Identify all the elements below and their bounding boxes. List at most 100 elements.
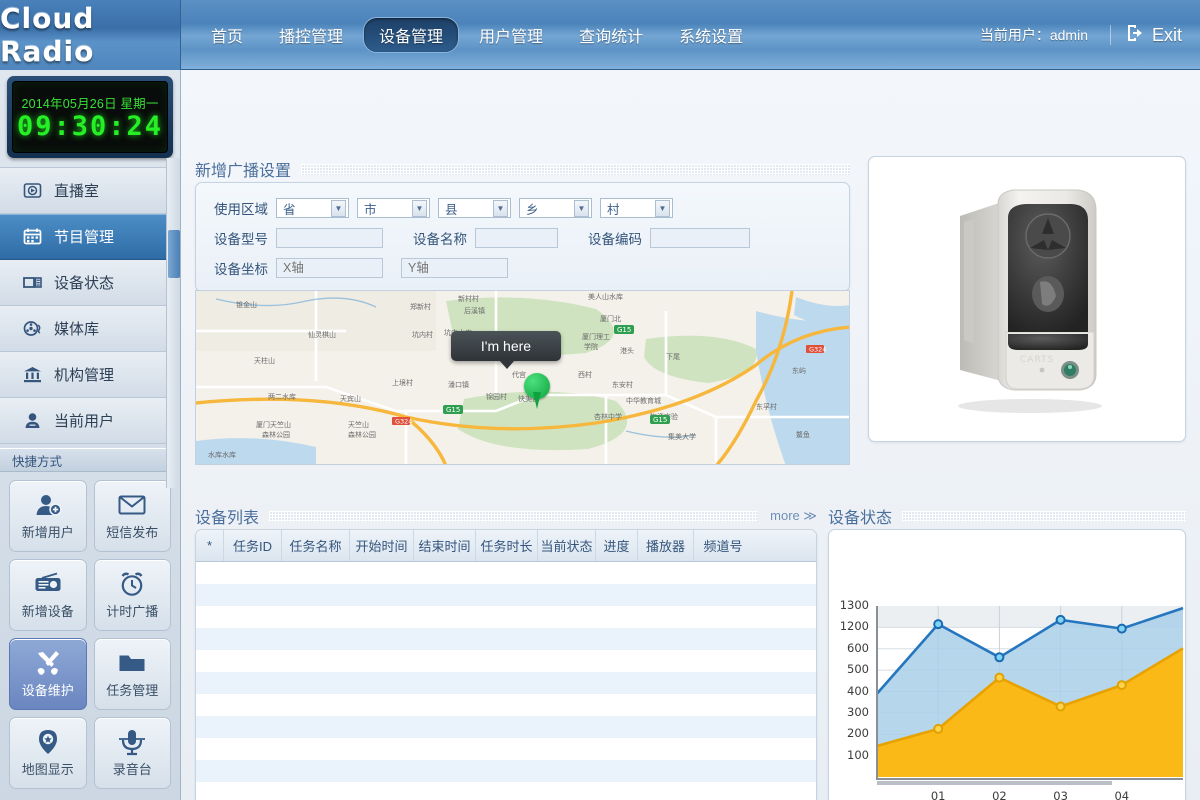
header-texture — [902, 510, 1186, 522]
sidebar-item-3[interactable]: 媒体库 — [0, 306, 180, 352]
nav-item-1[interactable]: 播控管理 — [263, 17, 359, 53]
svg-text:厦门理工: 厦门理工 — [582, 332, 610, 341]
table-column-header[interactable]: 任务ID — [224, 530, 282, 561]
chart-y-tick: 1300 — [839, 598, 869, 612]
map-pin-icon — [34, 728, 62, 756]
calendar-icon — [22, 227, 42, 247]
shortcut-0[interactable]: 新增用户 — [9, 480, 87, 552]
region-select-value: 省 — [283, 202, 296, 217]
table-row[interactable] — [196, 716, 816, 738]
name-input[interactable] — [475, 228, 558, 248]
svg-text:天宾山: 天宾山 — [340, 394, 361, 403]
device-status-title: 设备状态 — [828, 510, 893, 527]
sidebar-scrollbar[interactable] — [166, 158, 180, 488]
table-column-header[interactable]: 当前状态 — [538, 530, 596, 561]
table-column-header[interactable]: 开始时间 — [350, 530, 414, 561]
table-column-header[interactable]: 播放器 — [638, 530, 694, 561]
sidebar-item-4[interactable]: 机构管理 — [0, 352, 180, 398]
table-row[interactable] — [196, 694, 816, 716]
user-icon — [22, 411, 42, 431]
model-input[interactable] — [276, 228, 383, 248]
nav-item-3[interactable]: 用户管理 — [463, 17, 559, 53]
region-select-0[interactable]: 省 ▼ — [276, 198, 349, 218]
map-pin-marker[interactable] — [524, 373, 550, 409]
nav-item-0[interactable]: 首页 — [195, 17, 259, 53]
nav-item-2[interactable]: 设备管理 — [363, 17, 460, 53]
exit-button[interactable]: Exit — [1125, 23, 1192, 48]
sidebar-item-5[interactable]: 当前用户 — [0, 398, 180, 444]
svg-text:厦门天竺山: 厦门天竺山 — [256, 420, 291, 429]
media-library-icon — [22, 319, 42, 339]
chart-svg — [876, 606, 1184, 785]
map-tooltip: I'm here — [451, 331, 561, 369]
table-column-header[interactable]: 结束时间 — [414, 530, 476, 561]
region-select-4[interactable]: 村 ▼ — [600, 198, 673, 218]
table-row[interactable] — [196, 584, 816, 606]
svg-text:水库水库: 水库水库 — [208, 450, 236, 459]
svg-text:仙灵棋山: 仙灵棋山 — [308, 330, 336, 339]
shortcut-label: 录音台 — [112, 762, 152, 777]
chart-y-tick: 100 — [847, 747, 869, 762]
device-status-header: 设备状态 — [828, 503, 1186, 529]
top-bar: Cloud Radio 首页 播控管理 设备管理 用户管理 查询统计 系统设置 当前用户：… — [0, 0, 1200, 70]
panel-title: 新增广播设置 — [195, 163, 292, 180]
table-row[interactable] — [196, 562, 816, 584]
svg-text:东孚村: 东孚村 — [756, 402, 777, 411]
svg-text:森林公园: 森林公园 — [348, 430, 376, 439]
svg-text:G15: G15 — [653, 416, 667, 424]
shortcut-label: 地图显示 — [21, 762, 74, 777]
coordinate-x-input[interactable] — [276, 258, 383, 278]
sidebar-scrollbar-thumb[interactable] — [168, 230, 180, 278]
nav-item-5[interactable]: 系统设置 — [663, 17, 759, 53]
radio-icon — [34, 570, 62, 598]
coordinate-row: 设备坐标 — [196, 253, 849, 283]
table-column-header[interactable]: 任务时长 — [476, 530, 538, 561]
device-list-more-link[interactable]: more ≫ — [758, 508, 817, 524]
shortcuts-title: 快捷方式 — [12, 454, 63, 469]
shortcut-3[interactable]: 计时广播 — [93, 559, 171, 631]
svg-text:CARTS: CARTS — [1020, 355, 1054, 365]
device-image-card: CARTS — [868, 156, 1186, 442]
region-select-3[interactable]: 乡 ▼ — [519, 198, 592, 218]
shortcut-5[interactable]: 任务管理 — [93, 638, 171, 710]
sidebar-item-2[interactable]: 设备状态 — [0, 260, 180, 306]
table-row[interactable] — [196, 672, 816, 694]
sidebar-item-label: 直播室 — [54, 183, 100, 200]
table-column-header[interactable]: 进度 — [596, 530, 638, 561]
svg-text:新村村: 新村村 — [458, 294, 479, 303]
code-input[interactable] — [650, 228, 750, 248]
table-row[interactable] — [196, 760, 816, 782]
table-column-header[interactable]: * — [196, 530, 224, 561]
table-row[interactable] — [196, 738, 816, 760]
device-list-header: 设备列表 more ≫ — [195, 503, 817, 529]
speaker-image: CARTS — [958, 189, 1102, 413]
chart-x-tick: 02 — [992, 789, 1007, 800]
table-row[interactable] — [196, 628, 816, 650]
sidebar-item-0[interactable]: 直播室 — [0, 168, 180, 214]
svg-text:锥金山: 锥金山 — [236, 300, 257, 309]
shortcut-7[interactable]: 录音台 — [93, 717, 171, 789]
table-header-row: * 任务ID 任务名称 开始时间 结束时间 任务时长 当前状态 进度 播放器 频道号 — [196, 530, 816, 562]
shortcut-1[interactable]: 短信发布 — [93, 480, 171, 552]
broadcast-settings-panel: 新增广播设置 使用区域 省 ▼ 市 ▼ 县 ▼ 乡 ▼ 村 ▼ 设备型号 设备名称 设备编码 设 — [195, 156, 850, 292]
shortcut-label: 任务管理 — [106, 683, 159, 698]
table-column-header[interactable]: 任务名称 — [282, 530, 350, 561]
shortcut-4[interactable]: 设备维护 — [9, 638, 87, 710]
svg-text:中华教育城: 中华教育城 — [626, 396, 661, 405]
region-select-2[interactable]: 县 ▼ — [438, 198, 511, 218]
region-select-1[interactable]: 市 ▼ — [357, 198, 430, 218]
application-window: Cloud Radio 首页 播控管理 设备管理 用户管理 查询统计 系统设置 当前用户：… — [0, 0, 1200, 800]
shortcut-6[interactable]: 地图显示 — [9, 717, 87, 789]
table-row[interactable] — [196, 650, 816, 672]
table-row[interactable] — [196, 782, 816, 800]
table-column-header[interactable]: 频道号 — [694, 530, 752, 561]
svg-text:天柱山: 天柱山 — [254, 356, 275, 365]
map-view[interactable]: 锥金山 仙灵棋山 天柱山 水库水库 两二水库 天宾山 天竺山 森林公园 厦门天竺山 森林公… — [195, 290, 850, 465]
svg-text:坑内村: 坑内村 — [412, 330, 433, 339]
chevron-down-icon: ▼ — [493, 199, 508, 217]
coordinate-y-input[interactable] — [401, 258, 508, 278]
nav-item-4[interactable]: 查询统计 — [563, 17, 659, 53]
sidebar-item-1[interactable]: 节目管理 — [0, 214, 180, 260]
table-row[interactable] — [196, 606, 816, 628]
shortcut-2[interactable]: 新增设备 — [9, 559, 87, 631]
